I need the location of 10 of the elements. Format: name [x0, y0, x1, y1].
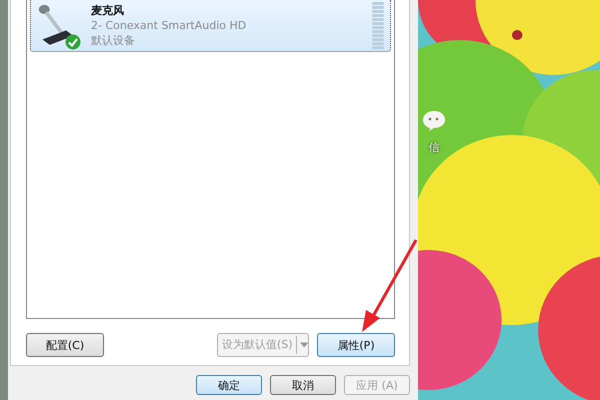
panel-button[interactable]: 属性(P) [317, 333, 395, 357]
level-meter-icon [372, 2, 384, 50]
panel-button[interactable]: 配置(C) [26, 333, 104, 357]
device-status: 默认设备 [91, 33, 136, 48]
chat-bubble-icon[interactable] [422, 110, 446, 132]
dialog-button[interactable]: 取消 [270, 375, 336, 395]
dialog-button[interactable]: 确定 [196, 375, 262, 395]
device-name: 麦克风 [91, 3, 125, 18]
device-row[interactable]: 麦克风 2- Conexant SmartAudio HD 默认设备 [30, 0, 391, 52]
device-description: 2- Conexant SmartAudio HD [91, 18, 248, 33]
